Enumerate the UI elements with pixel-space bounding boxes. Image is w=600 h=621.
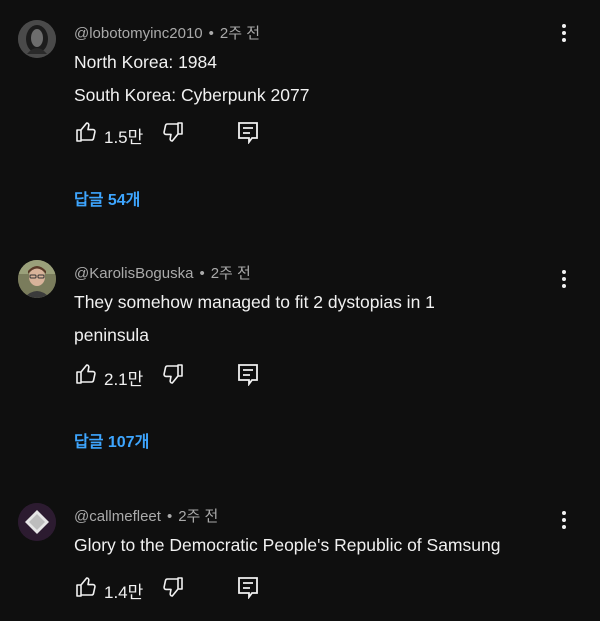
meta-separator: • bbox=[166, 508, 173, 525]
thumb-down-icon bbox=[163, 122, 183, 142]
like-count: 1.4만 bbox=[104, 583, 144, 602]
thumb-down-icon bbox=[163, 577, 183, 597]
like-button[interactable] bbox=[74, 120, 98, 144]
comment-actions: 2.1만 bbox=[74, 362, 294, 389]
more-button[interactable] bbox=[554, 22, 574, 44]
reply-icon bbox=[238, 577, 258, 599]
comment-text: North Korea: 1984 South Korea: Cyberpunk… bbox=[74, 46, 544, 112]
comment-line: They somehow managed to fit 2 dystopias … bbox=[74, 292, 435, 312]
avatar[interactable] bbox=[18, 503, 56, 541]
comment-time[interactable]: 2주 전 bbox=[211, 265, 251, 282]
more-vert-icon bbox=[562, 511, 566, 529]
replies-toggle[interactable]: 답글 54개 bbox=[74, 186, 140, 210]
reply-button[interactable] bbox=[237, 120, 259, 144]
dislike-button[interactable] bbox=[161, 120, 185, 144]
comment-actions: 1.4만 bbox=[74, 575, 294, 602]
comment-actions: 1.5만 bbox=[74, 120, 294, 147]
replies-toggle[interactable]: 답글 107개 bbox=[74, 428, 149, 452]
meta-separator: • bbox=[208, 25, 214, 42]
comment-time[interactable]: 2주 전 bbox=[220, 25, 260, 42]
dislike-button[interactable] bbox=[161, 575, 185, 599]
more-button[interactable] bbox=[554, 268, 574, 290]
thumb-up-icon bbox=[76, 122, 96, 142]
comment-text: They somehow managed to fit 2 dystopias … bbox=[74, 286, 544, 352]
diamond-logo-avatar-icon bbox=[18, 503, 56, 541]
more-vert-icon bbox=[562, 270, 566, 288]
author-handle[interactable]: @callmefleet bbox=[74, 508, 161, 525]
comment-meta: @callmefleet • 2주 전 bbox=[74, 505, 218, 526]
like-button[interactable] bbox=[74, 575, 98, 599]
more-button[interactable] bbox=[554, 509, 574, 531]
like-count: 1.5만 bbox=[104, 128, 144, 147]
thumb-up-icon bbox=[76, 577, 96, 597]
comment-line: South Korea: Cyberpunk 2077 bbox=[74, 85, 310, 105]
avatar[interactable] bbox=[18, 20, 56, 58]
masked-face-avatar-icon bbox=[18, 20, 56, 58]
dislike-button[interactable] bbox=[161, 362, 185, 386]
reply-button[interactable] bbox=[237, 575, 259, 599]
avatar[interactable] bbox=[18, 260, 56, 298]
thumb-down-icon bbox=[163, 364, 183, 384]
comment-meta: @lobotomyinc2010 • 2주 전 bbox=[74, 22, 260, 43]
reply-button[interactable] bbox=[237, 362, 259, 386]
person-photo-avatar-icon bbox=[18, 260, 56, 298]
reply-icon bbox=[238, 122, 258, 144]
author-handle[interactable]: @KarolisBoguska bbox=[74, 265, 193, 282]
thumb-up-icon bbox=[76, 364, 96, 384]
comment-line: Glory to the Democratic People's Republi… bbox=[74, 535, 501, 555]
comment-line: North Korea: 1984 bbox=[74, 52, 218, 72]
comment-meta: @KarolisBoguska • 2주 전 bbox=[74, 262, 251, 283]
comment-text: Glory to the Democratic People's Republi… bbox=[74, 529, 574, 562]
comment-time[interactable]: 2주 전 bbox=[178, 508, 218, 525]
meta-separator: • bbox=[199, 265, 205, 282]
author-handle[interactable]: @lobotomyinc2010 bbox=[74, 25, 203, 42]
like-count: 2.1만 bbox=[104, 370, 144, 389]
more-vert-icon bbox=[562, 24, 566, 42]
reply-icon bbox=[238, 364, 258, 386]
comment-line: peninsula bbox=[74, 325, 149, 345]
like-button[interactable] bbox=[74, 362, 98, 386]
